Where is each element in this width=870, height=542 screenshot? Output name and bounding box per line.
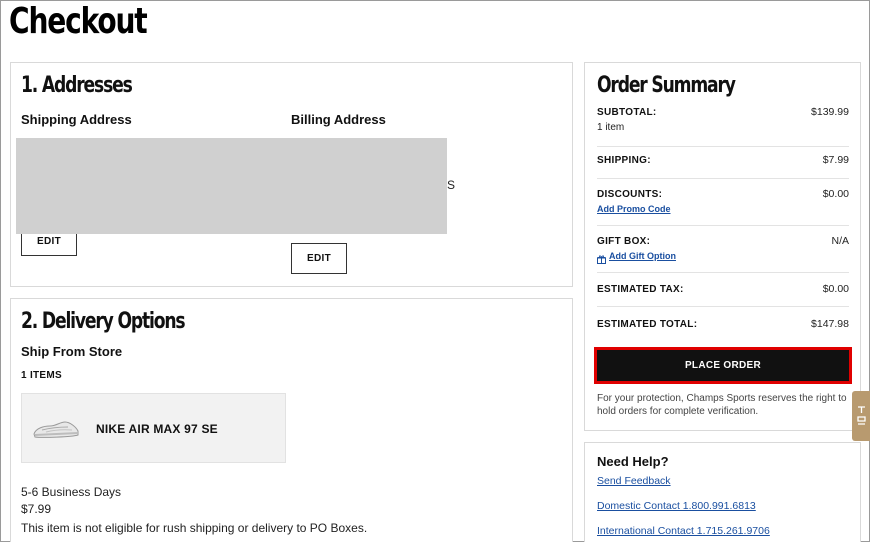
feedback-icon xyxy=(856,405,867,432)
shipping-label: SHIPPING: xyxy=(597,155,651,166)
discounts-row: DISCOUNTS: $0.00 Add Promo Code xyxy=(597,179,849,226)
add-promo-code-link[interactable]: Add Promo Code xyxy=(597,204,671,214)
total-row: ESTIMATED TOTAL: $147.98 xyxy=(597,307,849,341)
delivery-notice: This item is not eligible for rush shipp… xyxy=(21,521,368,535)
gift-box-label: GIFT BOX: xyxy=(597,236,651,247)
discounts-label: DISCOUNTS: xyxy=(597,189,663,200)
estimated-tax-label: ESTIMATED TAX: xyxy=(597,284,684,295)
gift-box-row: GIFT BOX: N/A Add Gift Option xyxy=(597,226,849,273)
delivery-price: $7.99 xyxy=(21,502,52,516)
order-summary-title: Order Summary xyxy=(597,73,736,98)
subtotal-row: SUBTOTAL: $139.99 1 item xyxy=(597,101,849,147)
delivery-timeframe: 5-6 Business Days xyxy=(21,485,122,499)
need-help-title: Need Help? xyxy=(597,454,669,469)
shipping-value: $7.99 xyxy=(822,154,849,166)
shipping-address-label: Shipping Address xyxy=(21,112,132,127)
send-feedback-link[interactable]: Send Feedback xyxy=(597,475,671,487)
domestic-contact-link[interactable]: Domestic Contact 1.800.991.6813 xyxy=(597,500,756,512)
protection-note: For your protection, Champs Sports reser… xyxy=(597,393,847,417)
estimated-tax-value: $0.00 xyxy=(822,283,849,295)
discounts-value: $0.00 xyxy=(822,188,849,200)
sneaker-image xyxy=(32,418,80,445)
gift-icon xyxy=(597,251,606,269)
subtotal-label: SUBTOTAL: xyxy=(597,107,657,118)
billing-address-text-fragment: S xyxy=(447,178,456,192)
redacted-address-block xyxy=(16,138,447,234)
page-title: Checkout xyxy=(9,1,148,42)
feedback-side-tab[interactable] xyxy=(852,391,870,441)
billing-address-label: Billing Address xyxy=(291,112,386,127)
place-order-button[interactable]: PLACE ORDER xyxy=(594,347,852,384)
estimated-total-value: $147.98 xyxy=(811,318,849,330)
tax-row: ESTIMATED TAX: $0.00 xyxy=(597,273,849,307)
subtotal-value: $139.99 xyxy=(811,106,849,118)
add-gift-option-link[interactable]: Add Gift Option xyxy=(609,251,676,261)
delivery-method-label: Ship From Store xyxy=(21,344,123,359)
product-tile: NIKE AIR MAX 97 SE xyxy=(21,393,286,463)
addresses-section-title: 1. Addresses xyxy=(21,73,133,98)
edit-billing-address-button[interactable]: EDIT xyxy=(291,243,347,274)
subtotal-items: 1 item xyxy=(597,122,625,133)
gift-box-value: N/A xyxy=(831,235,849,247)
estimated-total-label: ESTIMATED TOTAL: xyxy=(597,319,698,330)
delivery-section-title: 2. Delivery Options xyxy=(21,309,186,334)
product-name: NIKE AIR MAX 97 SE xyxy=(96,422,218,436)
shipping-row: SHIPPING: $7.99 xyxy=(597,147,849,179)
international-contact-link[interactable]: International Contact 1.715.261.9706 xyxy=(597,525,770,537)
items-count: 1 ITEMS xyxy=(21,370,62,381)
